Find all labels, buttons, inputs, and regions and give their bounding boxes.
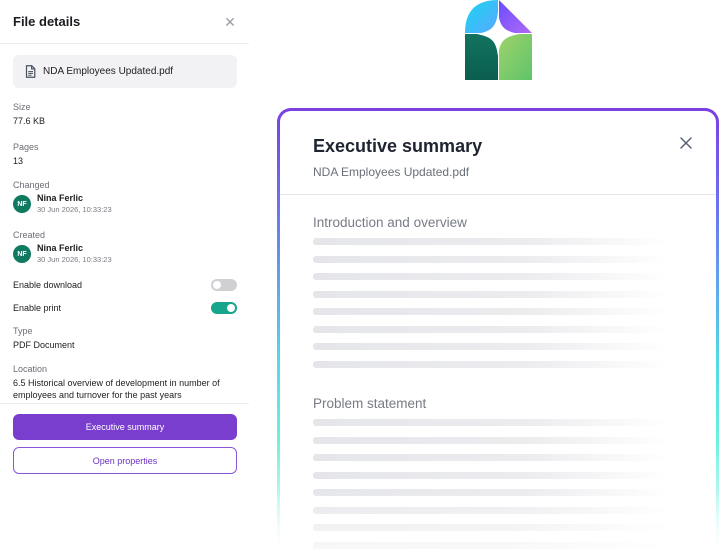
executive-summary-button[interactable]: Executive summary bbox=[13, 414, 237, 440]
text-placeholder-line bbox=[313, 472, 668, 479]
pages-value: 13 bbox=[13, 156, 24, 166]
open-properties-button[interactable]: Open properties bbox=[13, 447, 237, 474]
pages-label: Pages bbox=[13, 142, 39, 152]
enable-print-label: Enable print bbox=[13, 303, 62, 313]
created-person: NF Nina Ferlic 30 Jun 2026, 10:33:23 bbox=[13, 243, 237, 265]
close-icon[interactable]: ✕ bbox=[223, 14, 237, 30]
size-value: 77.6 KB bbox=[13, 116, 46, 126]
changed-label: Changed bbox=[13, 180, 50, 190]
brand-logo-icon bbox=[465, 0, 532, 80]
created-label: Created bbox=[13, 230, 46, 240]
created-field: Created NF Nina Ferlic 30 Jun 2026, 10:3… bbox=[13, 230, 237, 265]
type-field: Type PDF Document bbox=[13, 326, 237, 350]
avatar: NF bbox=[13, 195, 31, 213]
changed-date: 30 Jun 2026, 10:33:23 bbox=[37, 205, 112, 214]
text-placeholder-line bbox=[313, 524, 668, 531]
enable-download-row: Enable download bbox=[13, 278, 237, 292]
text-placeholder-line bbox=[313, 419, 668, 426]
type-label: Type bbox=[13, 326, 33, 336]
size-field: Size 77.6 KB bbox=[13, 102, 237, 126]
panel-title: File details bbox=[13, 14, 81, 29]
text-placeholder-line bbox=[313, 256, 668, 263]
summary-card-frame: Executive summary NDA Employees Updated.… bbox=[277, 108, 719, 560]
file-details-panel: File details ✕ NDA Employees Updated.pdf… bbox=[0, 0, 249, 560]
text-placeholder-line bbox=[313, 343, 668, 350]
text-placeholder-line bbox=[313, 308, 668, 315]
text-placeholder-line bbox=[313, 507, 668, 514]
section-title: Introduction and overview bbox=[313, 215, 467, 230]
text-placeholder-line bbox=[313, 291, 668, 298]
text-placeholder-line bbox=[313, 489, 668, 496]
text-placeholder-line bbox=[313, 454, 668, 461]
text-placeholder-line bbox=[313, 437, 668, 444]
summary-subtitle: NDA Employees Updated.pdf bbox=[313, 165, 470, 179]
avatar: NF bbox=[13, 245, 31, 263]
summary-title: Executive summary bbox=[313, 136, 483, 156]
panel-header: File details ✕ bbox=[13, 14, 237, 34]
file-name: NDA Employees Updated.pdf bbox=[43, 66, 174, 77]
enable-download-toggle[interactable] bbox=[211, 279, 237, 291]
text-placeholder-line bbox=[313, 361, 668, 368]
created-by-name: Nina Ferlic bbox=[37, 243, 84, 253]
text-placeholder-line bbox=[313, 273, 668, 280]
location-value: 6.5 Historical overview of development i… bbox=[13, 378, 220, 400]
text-placeholder-line bbox=[313, 326, 668, 333]
created-date: 30 Jun 2026, 10:33:23 bbox=[37, 255, 112, 264]
changed-person: NF Nina Ferlic 30 Jun 2026, 10:33:23 bbox=[13, 193, 237, 215]
changed-field: Changed NF Nina Ferlic 30 Jun 2026, 10:3… bbox=[13, 180, 237, 215]
text-placeholder-line bbox=[313, 542, 668, 549]
size-label: Size bbox=[13, 102, 31, 112]
file-document-icon bbox=[25, 65, 36, 78]
text-placeholder-line bbox=[313, 238, 668, 245]
divider bbox=[0, 403, 249, 404]
divider bbox=[280, 194, 716, 195]
location-field: Location 6.5 Historical overview of deve… bbox=[13, 364, 237, 401]
enable-download-label: Enable download bbox=[13, 280, 83, 290]
divider bbox=[0, 43, 249, 44]
enable-print-row: Enable print bbox=[13, 301, 237, 315]
section-title: Problem statement bbox=[313, 396, 427, 411]
file-chip: NDA Employees Updated.pdf bbox=[13, 55, 237, 88]
changed-by-name: Nina Ferlic bbox=[37, 193, 84, 203]
pages-field: Pages 13 bbox=[13, 142, 237, 166]
summary-card: Executive summary NDA Employees Updated.… bbox=[280, 111, 716, 560]
type-value: PDF Document bbox=[13, 340, 75, 350]
close-icon[interactable] bbox=[678, 135, 694, 151]
enable-print-toggle[interactable] bbox=[211, 302, 237, 314]
location-label: Location bbox=[13, 364, 48, 374]
